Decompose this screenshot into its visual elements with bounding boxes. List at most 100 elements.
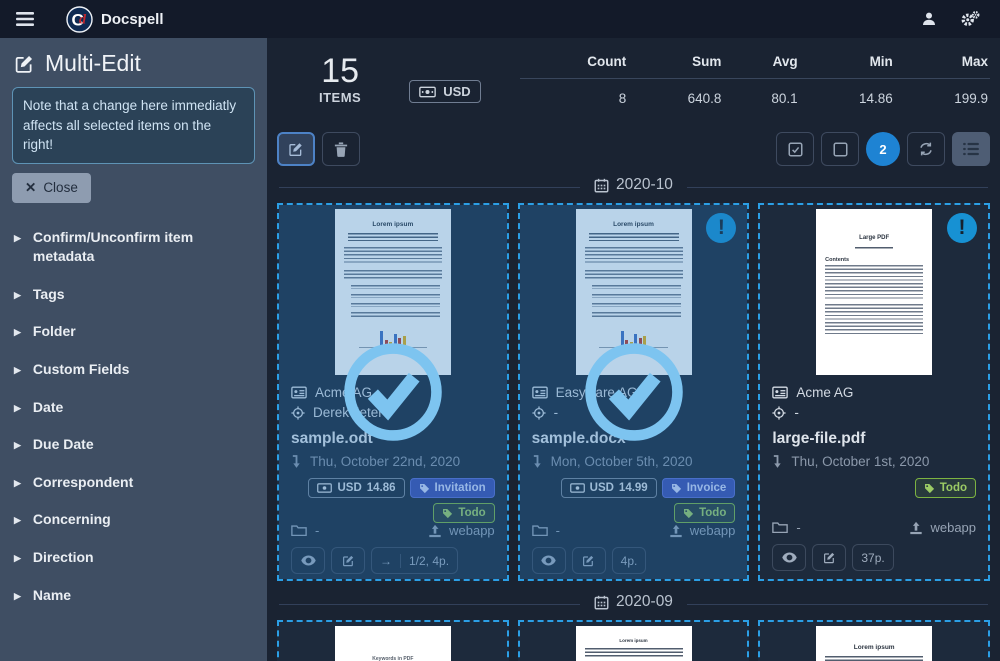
preview-doc-heading: Contents: [825, 257, 923, 263]
settings-gears-icon[interactable]: [960, 10, 980, 28]
check-square-icon: [788, 142, 803, 157]
folder-value: -: [796, 520, 800, 535]
money-bill-icon: [419, 86, 436, 98]
item-card[interactable]: Keywords in PDF: [277, 620, 509, 661]
items-toolbar: 2: [277, 132, 990, 166]
document-preview[interactable]: Lorem ipsum: [760, 622, 988, 661]
docspell-logo-icon: C d: [66, 6, 93, 33]
accordion-label: Custom Fields: [33, 360, 129, 380]
item-card[interactable]: Lorem ipsum: [758, 620, 990, 661]
caret-right-icon: ▶: [14, 326, 21, 342]
due-alert-icon: !: [947, 213, 977, 243]
tag-badge-todo[interactable]: Todo: [915, 478, 976, 498]
multi-edit-accordion: ▶ Confirm/Unconfirm item metadata ▶ Tags…: [12, 219, 255, 615]
top-navbar: C d Docspell: [0, 0, 1000, 38]
upload-icon: [909, 521, 923, 535]
accordion-item-due-date[interactable]: ▶ Due Date: [12, 426, 255, 464]
item-details: Acme AG - large-file.pdf Thu, October 1s…: [760, 378, 988, 579]
stats-col-min: Min: [800, 48, 895, 79]
edit-icon: [14, 53, 35, 74]
close-button[interactable]: ✕ Close: [12, 173, 91, 203]
document-preview[interactable]: Lorem ipsum: [520, 622, 748, 661]
stats-table: Count Sum Avg Min Max 8 640.8 80.1 14.86…: [520, 48, 990, 118]
tag-icon: [924, 483, 935, 494]
folder-source-row: - webapp: [772, 520, 976, 535]
accordion-item-name[interactable]: ▶ Name: [12, 577, 255, 615]
edit-icon: [288, 141, 304, 157]
date-group-label: 2020-09: [616, 593, 673, 611]
select-all-button[interactable]: [776, 132, 814, 166]
item-card-sample-docx[interactable]: ! Lorem ipsum: [518, 203, 750, 581]
document-preview[interactable]: Keywords in PDF: [279, 622, 507, 661]
multi-edit-toggle-button[interactable]: [277, 132, 315, 166]
tag-label: Todo: [940, 482, 967, 494]
accordion-item-custom-fields[interactable]: ▶ Custom Fields: [12, 351, 255, 389]
calendar-icon: [594, 595, 609, 610]
accordion-item-folder[interactable]: ▶ Folder: [12, 313, 255, 351]
items-content: 15 ITEMS USD Count Sum Avg Min Max 8 640…: [267, 38, 1000, 661]
accordion-label: Tags: [33, 285, 65, 305]
user-account-icon[interactable]: [920, 10, 938, 28]
item-date-row: Thu, October 1st, 2020: [772, 454, 976, 469]
accordion-label: Folder: [33, 322, 76, 342]
list-view-button[interactable]: [952, 132, 990, 166]
source-value: webapp: [930, 520, 976, 535]
accordion-item-direction[interactable]: ▶ Direction: [12, 539, 255, 577]
calendar-icon: [594, 178, 609, 193]
item-card-sample-odt[interactable]: Lorem ipsum: [277, 203, 509, 581]
accordion-item-concerning[interactable]: ▶ Concerning: [12, 501, 255, 539]
multi-edit-sidebar: Multi-Edit Note that a change here immed…: [0, 38, 267, 661]
date-group-header: 2020-10: [277, 176, 990, 198]
sync-icon: [918, 141, 934, 157]
selected-check-icon: [340, 339, 446, 445]
item-count-value: 15: [319, 54, 361, 90]
date-group-label: 2020-10: [616, 176, 673, 194]
accordion-label: Concerning: [33, 510, 111, 530]
item-card[interactable]: Lorem ipsum: [518, 620, 750, 661]
currency-badge: USD: [409, 80, 480, 103]
stats-val-count: 8: [520, 79, 628, 119]
deselect-all-button[interactable]: [821, 132, 859, 166]
currency-label: USD: [443, 84, 470, 99]
accordion-item-confirm-metadata[interactable]: ▶ Confirm/Unconfirm item metadata: [12, 219, 255, 276]
pages-button[interactable]: 37p.: [852, 544, 893, 571]
square-icon: [833, 142, 848, 157]
folder-icon: [772, 521, 788, 534]
accordion-item-tags[interactable]: ▶ Tags: [12, 276, 255, 314]
list-icon: [963, 142, 979, 156]
item-name[interactable]: large-file.pdf: [772, 430, 976, 448]
preview-doc-title: Lorem ipsum: [585, 638, 683, 643]
delete-selected-button[interactable]: [322, 132, 360, 166]
selected-count-badge[interactable]: 2: [866, 132, 900, 166]
id-card-icon: [772, 386, 788, 399]
edit-item-button[interactable]: [812, 544, 846, 571]
cards-row-2020-09: Keywords in PDF Lorem ipsum Lorem ipsum: [277, 620, 990, 661]
item-count-block: 15 ITEMS: [319, 54, 361, 105]
item-count-label: ITEMS: [319, 90, 361, 105]
arrow-down-icon: [772, 454, 783, 469]
accordion-label: Name: [33, 586, 71, 606]
caret-right-icon: ▶: [14, 477, 21, 493]
stats-header: 15 ITEMS USD Count Sum Avg Min Max 8 640…: [277, 44, 990, 118]
refresh-button[interactable]: [907, 132, 945, 166]
item-date: Thu, October 1st, 2020: [791, 454, 929, 469]
item-card-large-file-pdf[interactable]: ! Large PDF Contents Acme AG: [758, 203, 990, 581]
stats-col-avg: Avg: [723, 48, 799, 79]
selected-check-icon: [581, 339, 687, 445]
concerning-row: -: [772, 405, 976, 420]
hamburger-menu-icon[interactable]: [12, 6, 38, 32]
caret-right-icon: ▶: [14, 402, 21, 418]
accordion-label: Due Date: [33, 435, 94, 455]
preview-eye-button[interactable]: [772, 544, 806, 571]
caret-right-icon: ▶: [14, 552, 21, 568]
stats-val-sum: 640.8: [628, 79, 723, 119]
stats-val-min: 14.86: [800, 79, 895, 119]
accordion-item-date[interactable]: ▶ Date: [12, 389, 255, 427]
app-title: Docspell: [101, 11, 164, 28]
app-brand[interactable]: C d Docspell: [66, 6, 164, 33]
trash-icon: [334, 141, 348, 157]
caret-right-icon: ▶: [14, 590, 21, 606]
accordion-item-correspondent[interactable]: ▶ Correspondent: [12, 464, 255, 502]
caret-right-icon: ▶: [14, 289, 21, 305]
concerning-name: -: [794, 405, 799, 420]
